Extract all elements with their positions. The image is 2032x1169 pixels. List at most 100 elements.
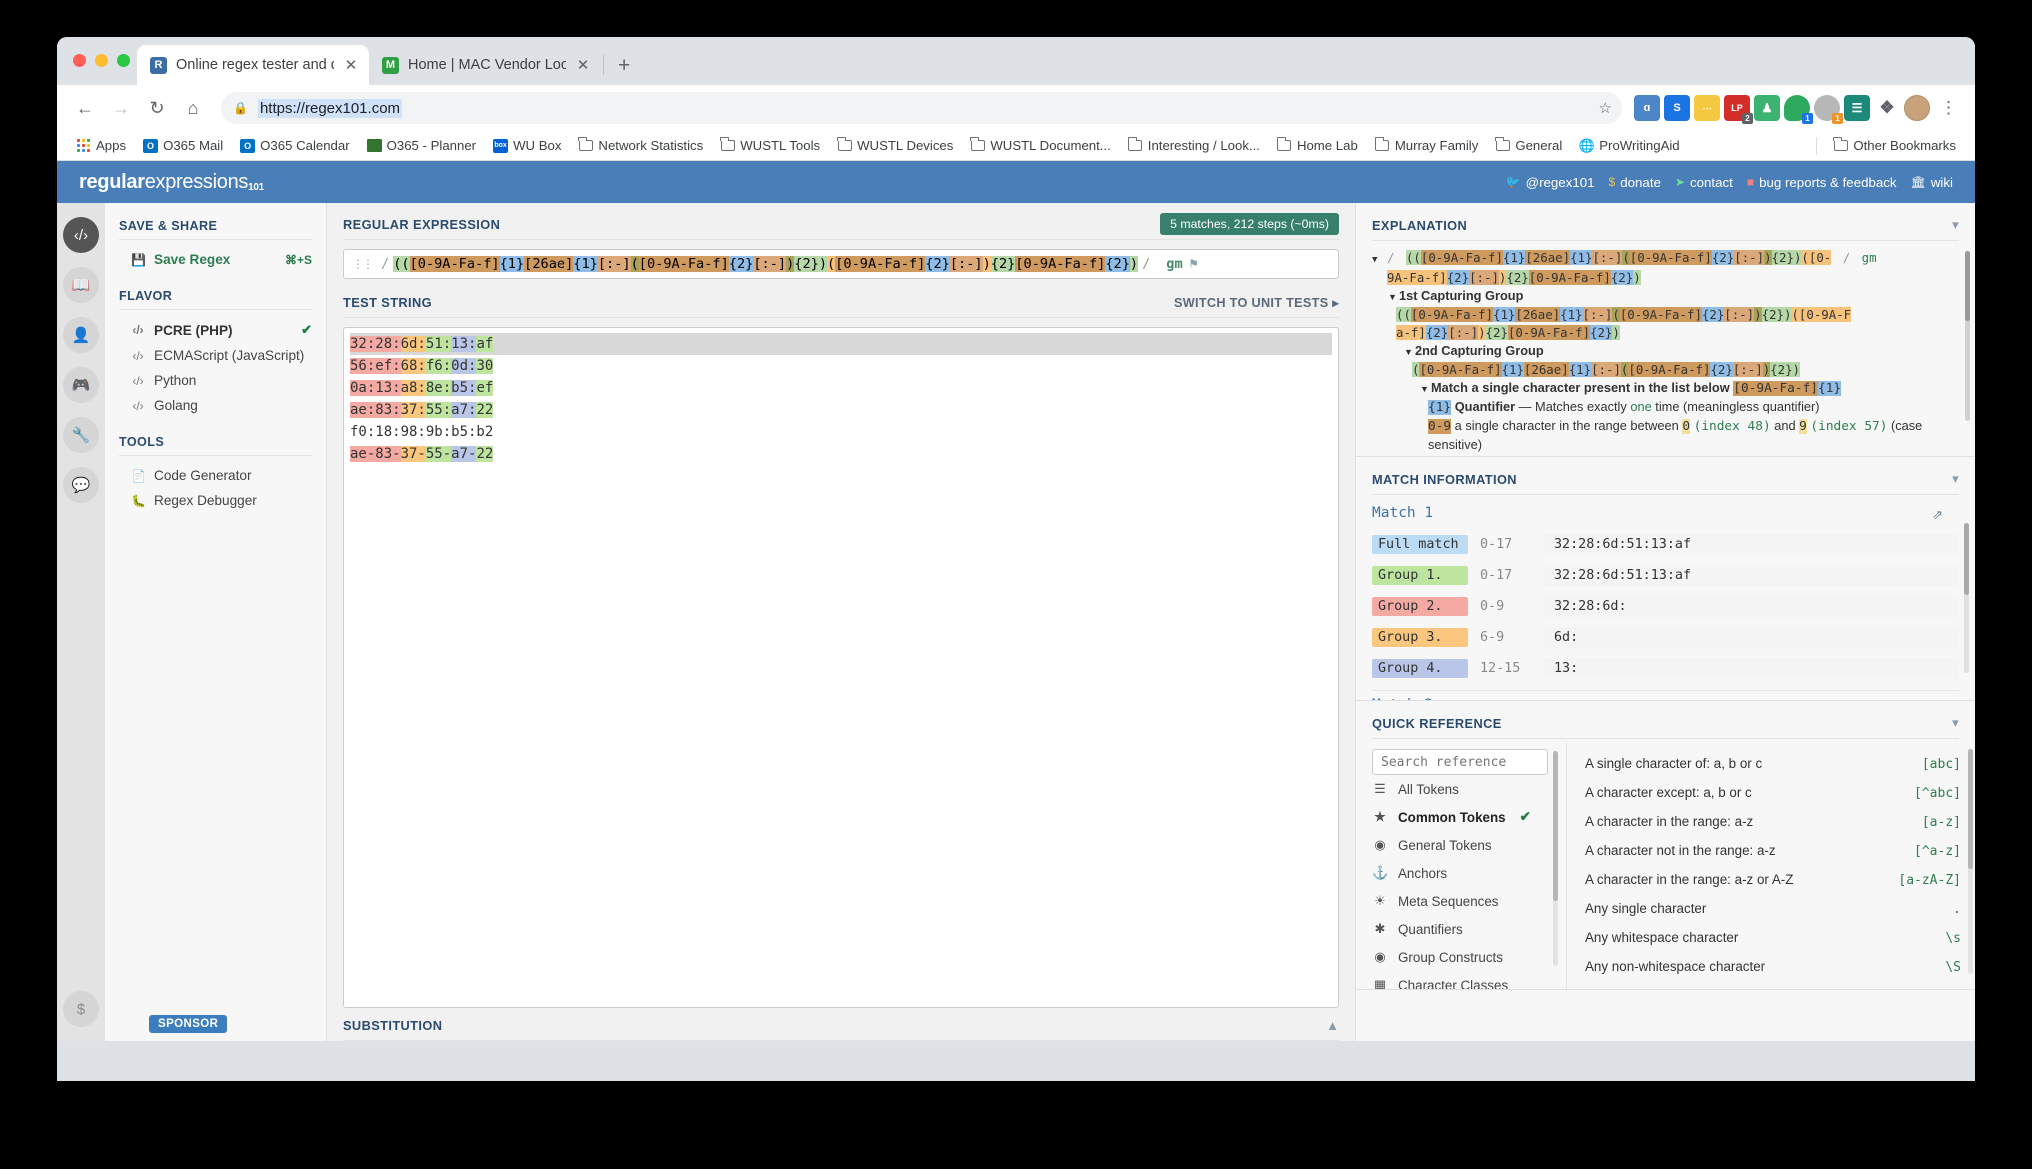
explanation-group1-label[interactable]: ▼ 1st Capturing Group [1372,287,1959,306]
sidebar-item-save-regex[interactable]: 💾 Save Regex ⌘+S [119,247,312,272]
sidebar-item-golang[interactable]: ‹/› Golang [119,393,312,418]
bookmark-wustl-documents[interactable]: WUSTL Document... [963,135,1117,156]
s-extension-icon[interactable]: S [1664,95,1690,121]
tab-mac-vendor-lookup[interactable]: M Home | MAC Vendor Lookup To ✕ [369,45,601,85]
bookmark-wu-box[interactable]: box WU Box [486,135,568,156]
library-icon[interactable]: 📖 [63,267,99,303]
dollar-icon[interactable]: $ [63,991,99,1027]
disclosure-triangle-icon[interactable]: ▼ [1388,288,1399,306]
test-line[interactable]: 32:28:6d:51:13:af [350,333,1332,355]
test-line[interactable]: 0a:13:a8:8e:b5:ef [350,377,1332,399]
bookmark-network-statistics[interactable]: Network Statistics [571,135,710,156]
header-link-contact[interactable]: ➤ contact [1675,175,1733,190]
reload-icon[interactable]: ↻ [141,92,173,124]
sidebar-item-regex-debugger[interactable]: 🐛 Regex Debugger [119,488,312,513]
chevron-up-icon[interactable]: ▲ [1326,1018,1339,1033]
test-line[interactable]: 56:ef:68:f6:0d:30 [350,355,1332,377]
close-tab-icon[interactable]: ✕ [575,56,591,74]
bookmark-home-lab[interactable]: Home Lab [1270,135,1365,156]
substitution-section[interactable]: SUBSTITUTION ▲ [343,1018,1339,1041]
regex-input[interactable]: ⋮⋮ / (([0-9A-Fa-f]{1}[26ae]{1}[:-]([0-9A… [343,249,1339,279]
disclosure-triangle-icon[interactable]: ▼ [1420,380,1431,398]
new-tab-button[interactable]: + [606,54,642,85]
bookmark-wustl-devices[interactable]: WUSTL Devices [830,135,960,156]
disclosure-triangle-icon[interactable]: ▼ [1404,343,1415,361]
bookmark-other-bookmarks[interactable]: Other Bookmarks [1826,135,1963,156]
evernote-extension-icon[interactable]: ♟ [1754,95,1780,121]
reference-row[interactable]: Any non-whitespace character \S [1585,952,1961,981]
disclosure-triangle-icon[interactable]: ▼ [1372,251,1383,269]
chat-icon[interactable]: 💬 [63,467,99,503]
avatar[interactable] [1904,95,1930,121]
switch-to-unit-tests-button[interactable]: SWITCH TO UNIT TESTS ▸ [1174,295,1339,310]
reference-scrollbar[interactable] [1968,749,1973,974]
puzzle-extension-icon[interactable]: ❖ [1874,95,1900,121]
reference-row[interactable]: Any whitespace character \s [1585,923,1961,952]
grey-chat-extension-icon[interactable]: 1 [1814,95,1843,124]
translate-extension-icon[interactable]: ɑ [1634,95,1660,121]
window-traffic-lights[interactable] [73,54,130,67]
test-string-input[interactable]: 32:28:6d:51:13:af 56:ef:68:f6:0d:30 0a:1… [343,327,1339,1008]
category-group-constructs[interactable]: ◉ Group Constructs [1372,943,1566,971]
category-anchors[interactable]: ⚓ Anchors [1372,859,1566,887]
category-common-tokens[interactable]: ★ Common Tokens ✔ [1372,803,1566,831]
pocket-extension-icon[interactable]: ☰ [1844,95,1870,121]
test-line[interactable]: ae:83:37:55:a7:22 [350,399,1332,421]
lastpass-extension-icon[interactable]: LP 2 [1724,95,1753,124]
sidebar-item-python[interactable]: ‹/› Python [119,368,312,393]
bookmark-o365-planner[interactable]: O365 - Planner [360,135,483,156]
forward-icon[interactable]: → [105,92,137,124]
flag-icon[interactable]: ⚑ [1190,256,1198,272]
reference-row[interactable]: A single character of: a, b or c [abc] [1585,749,1961,778]
explanation-charclass-label[interactable]: ▼ Match a single character present in the… [1372,379,1959,398]
category-general-tokens[interactable]: ◉ General Tokens [1372,831,1566,859]
regex-flags[interactable]: gm [1166,256,1182,272]
category-all-tokens[interactable]: ☰ All Tokens [1372,775,1566,803]
bookmark-murray-family[interactable]: Murray Family [1368,135,1486,156]
bookmark-prowritingaid[interactable]: 🌐 ProWritingAid [1572,135,1686,156]
tab-regex101[interactable]: R Online regex tester and debugg ✕ [137,45,369,85]
category-character-classes[interactable]: ▦ Character Classes [1372,971,1566,989]
star-icon[interactable]: ☆ [1599,99,1612,117]
sponsor-badge[interactable]: SPONSOR [149,1015,228,1033]
match-1-title[interactable]: Match 1 [1372,499,1959,529]
explanation-root[interactable]: ▼ / (([0-9A-Fa-f]{1}[26ae]{1}[:-]([0-9A-F… [1372,249,1959,269]
match-information-scrollbar[interactable] [1964,523,1969,673]
explanation-group2-label[interactable]: ▼ 2nd Capturing Group [1372,342,1959,361]
dots-extension-icon[interactable]: ⋯ [1694,95,1720,121]
reference-row[interactable]: Any digit \d [1585,981,1961,990]
header-link-donate[interactable]: $ donate [1609,175,1661,190]
minimize-window-button[interactable] [95,54,108,67]
chevron-down-icon[interactable]: ▾ [1952,217,1959,233]
green-chat-extension-icon[interactable]: 1 [1784,95,1813,124]
export-icon[interactable]: ⇗ [1932,507,1943,523]
wrench-icon[interactable]: 🔧 [63,417,99,453]
category-meta-sequences[interactable]: ☀ Meta Sequences [1372,887,1566,915]
reference-row[interactable]: Any single character . [1585,894,1961,923]
drag-handle-icon[interactable]: ⋮⋮ [352,257,374,271]
chevron-down-icon[interactable]: ▾ [1952,715,1959,731]
close-window-button[interactable] [73,54,86,67]
test-line[interactable]: ae-83-37-55-a7-22 [350,443,1332,465]
bookmark-general[interactable]: General [1488,135,1569,156]
regex-value[interactable]: (([0-9A-Fa-f]{1}[26ae]{1}[:-]([0-9A-Fa-f… [393,256,1139,272]
reference-row[interactable]: A character not in the range: a-z [^a-z] [1585,836,1961,865]
header-link-bug-reports[interactable]: ■ bug reports & feedback [1747,175,1897,190]
chevron-down-icon[interactable]: ▾ [1952,471,1959,487]
bookmark-o365-mail[interactable]: O O365 Mail [136,135,230,156]
header-link-wiki[interactable]: 🏛 wiki [1911,175,1953,190]
gamepad-icon[interactable]: 🎮 [63,367,99,403]
site-logo[interactable]: regularexpressions101 [79,171,264,194]
sidebar-item-ecmascript[interactable]: ‹/› ECMAScript (JavaScript) [119,343,312,368]
test-line[interactable]: f0:18:98:9b:b5:b2 [350,421,1332,443]
sidebar-item-code-generator[interactable]: 📄 Code Generator [119,463,312,488]
match-2-title[interactable]: Match 2 [1372,690,1959,700]
sidebar-item-pcre[interactable]: ‹/› PCRE (PHP) ✔ [119,317,312,343]
account-icon[interactable]: 👤 [63,317,99,353]
close-tab-icon[interactable]: ✕ [343,56,359,74]
url-text[interactable]: https://regex101.com [257,98,403,118]
reference-row[interactable]: A character in the range: a-z [a-z] [1585,807,1961,836]
address-bar[interactable]: 🔒 https://regex101.com ☆ [221,92,1622,124]
reference-row[interactable]: A character in the range: a-z or A-Z [a-… [1585,865,1961,894]
browser-menu-icon[interactable]: ⋮ [1934,98,1963,118]
